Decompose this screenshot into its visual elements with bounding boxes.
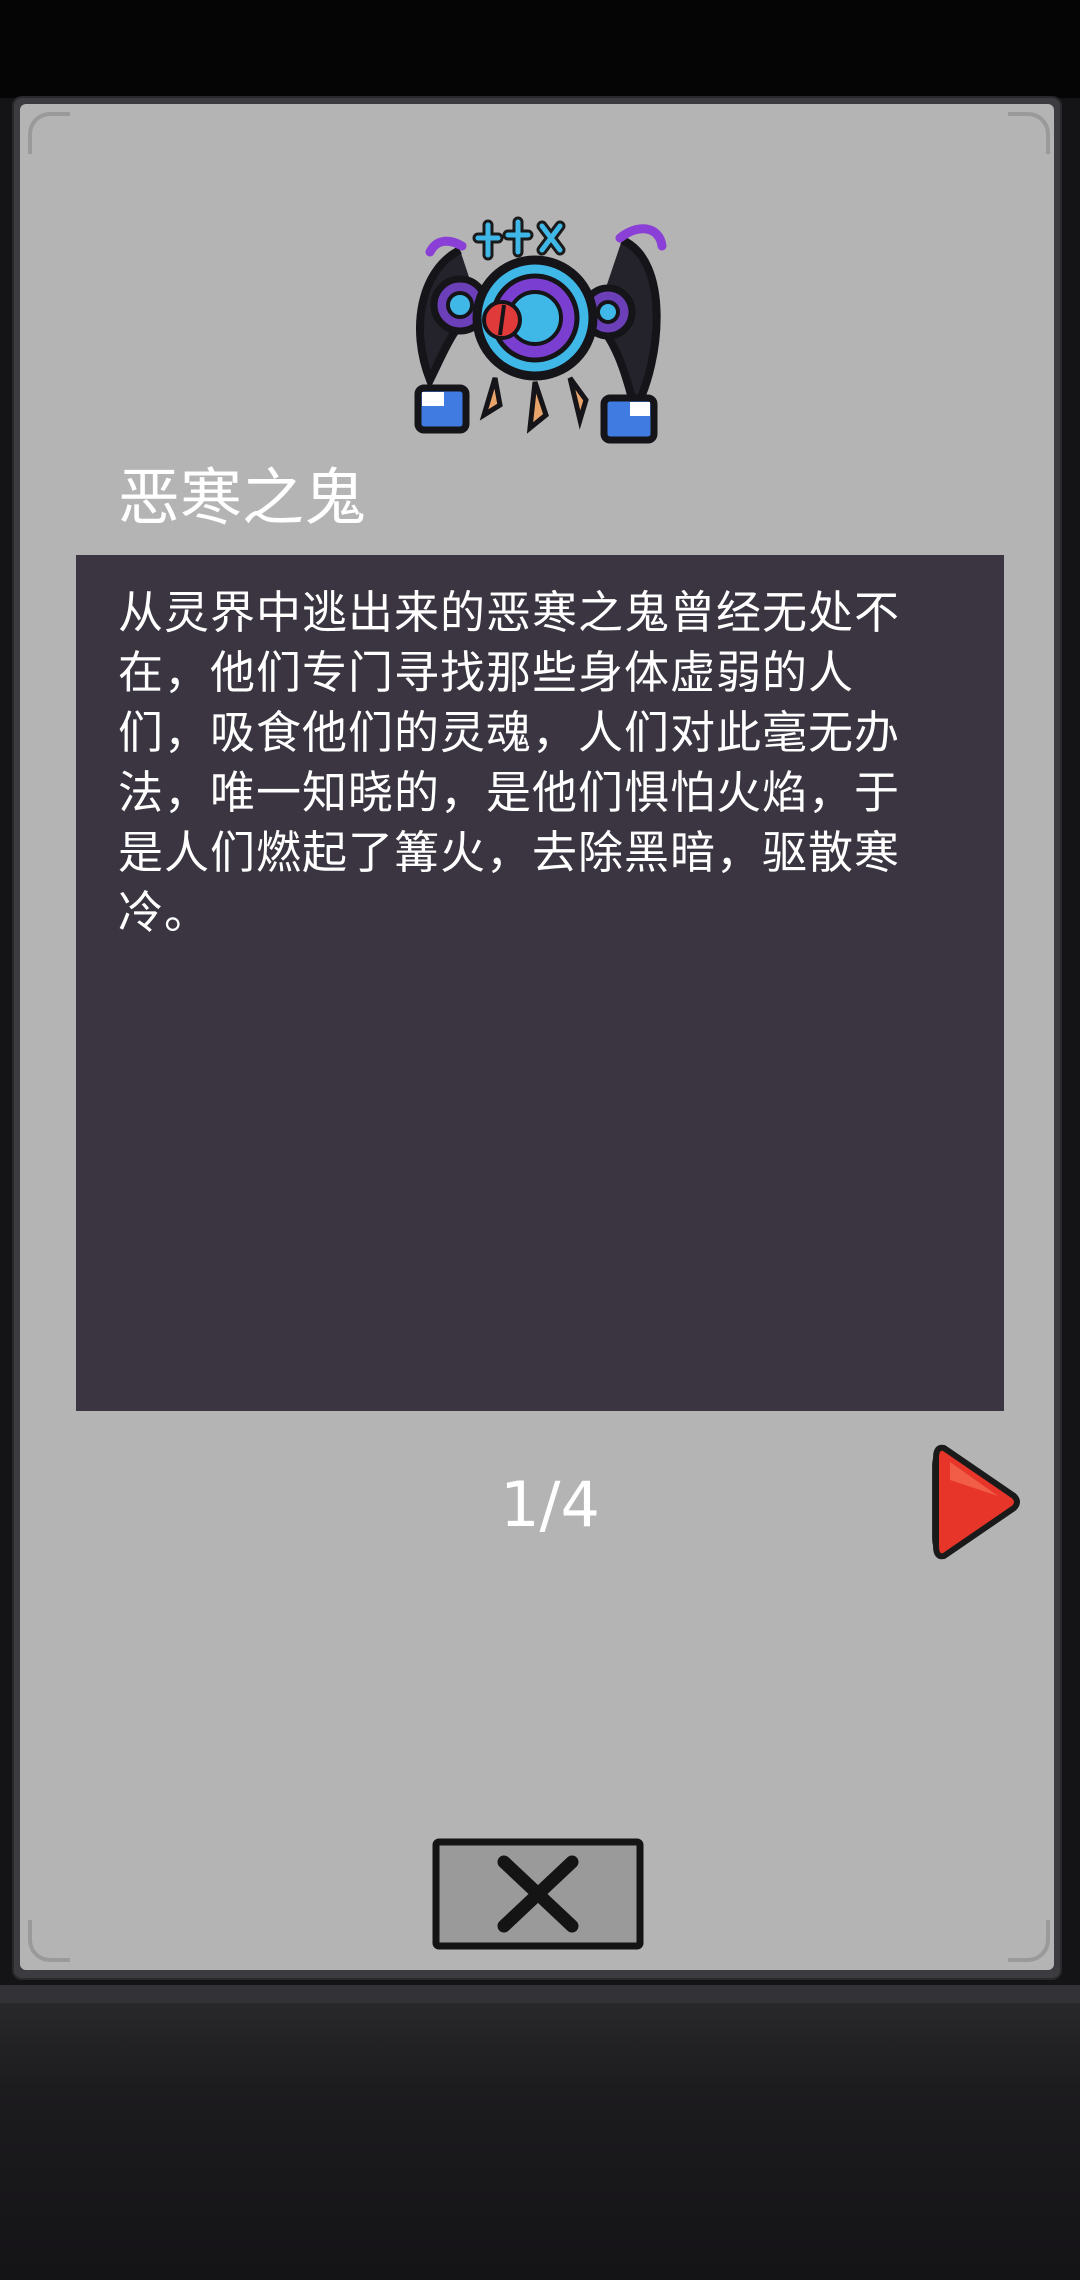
close-button[interactable] [432,1838,644,1950]
corner-ornament [28,1920,70,1962]
top-background [0,0,1080,98]
corner-ornament [1008,112,1050,154]
next-page-button[interactable] [928,1440,1024,1564]
enemy-description: 从灵界中逃出来的恶寒之鬼曾经无处不在，他们专门寻找那些身体虚弱的人们，吸食他们的… [118,586,901,939]
page-indicator: 1/4 [500,1468,600,1541]
corner-ornament [28,112,70,154]
description-box: 从灵界中逃出来的恶寒之鬼曾经无处不在，他们专门寻找那些身体虚弱的人们，吸食他们的… [76,555,1004,1411]
frost-ghost-icon [414,216,667,444]
red-arrow-right-icon [933,1444,1020,1560]
enemy-name-title: 恶寒之鬼 [118,461,367,534]
floor-background [0,1985,1080,2280]
